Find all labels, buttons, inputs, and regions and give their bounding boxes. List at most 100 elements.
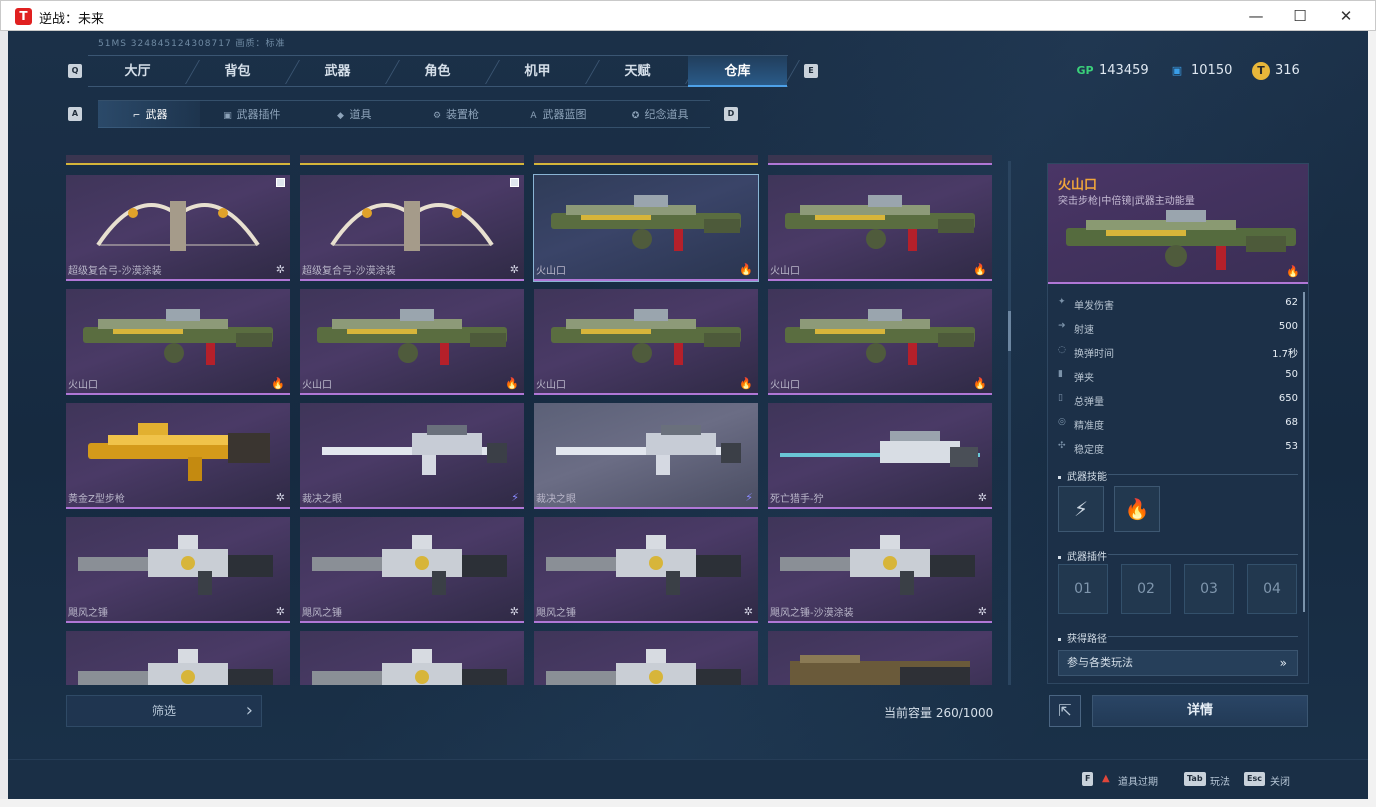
- stat-value: 650: [1278, 393, 1298, 404]
- weapon-card[interactable]: 飓风之锤 ✲: [534, 517, 758, 623]
- plugin-slot[interactable]: 03: [1184, 564, 1234, 614]
- weapon-card[interactable]: 裁决之眼 ⚡: [300, 403, 524, 509]
- key-hint-f: F: [1082, 772, 1094, 786]
- weapon-image: [322, 425, 507, 475]
- grid-scroll-thumb[interactable]: [1008, 311, 1011, 351]
- plugin-slot[interactable]: 01: [1058, 564, 1108, 614]
- stat-value: 50: [1285, 369, 1298, 380]
- accuracy-icon: ◎: [1058, 417, 1066, 427]
- weapon-card[interactable]: 火山口 🔥: [768, 289, 992, 395]
- weapon-image: [96, 201, 260, 251]
- tab-3[interactable]: 武器: [288, 56, 387, 87]
- weapon-image: [790, 655, 970, 685]
- currency-value: 143459: [1099, 63, 1149, 78]
- weapon-card[interactable]: 黄金Z型步枪 ✲: [66, 403, 290, 509]
- currency-value: 316: [1275, 63, 1300, 78]
- tab-1[interactable]: 大厅: [88, 56, 187, 87]
- weapon-name: 火山口: [770, 266, 800, 277]
- weapon-card[interactable]: [534, 631, 758, 685]
- weapon-card[interactable]: [768, 631, 992, 685]
- fire-badge-icon: 🔥: [739, 263, 753, 276]
- plugin-icon: ▣: [223, 111, 232, 121]
- stat-label: 精准度: [1074, 421, 1104, 432]
- share-icon[interactable]: ⇱: [1049, 695, 1081, 727]
- weapon-card[interactable]: 超级复合弓-沙漠涂装 ✲: [66, 175, 290, 281]
- filter-button[interactable]: 筛选 ›: [66, 695, 262, 727]
- weapon-image: [312, 535, 507, 595]
- card-checkbox[interactable]: [510, 178, 519, 187]
- tab-7[interactable]: 仓库: [688, 56, 787, 87]
- weapon-card[interactable]: 火山口 🔥: [533, 174, 759, 282]
- subtab-4[interactable]: ⚙ 装置枪: [404, 101, 506, 128]
- ticket-icon: ▣: [1171, 64, 1183, 77]
- rifle-icon: ⌐: [132, 111, 141, 121]
- weapon-card[interactable]: [66, 631, 290, 685]
- detail-scrollbar[interactable]: [1303, 292, 1305, 612]
- weapon-name: 死亡猎手-狞: [770, 494, 824, 505]
- weapon-card[interactable]: 裁决之眼 ⚡: [534, 403, 758, 509]
- stat-label: 单发伤害: [1074, 301, 1114, 312]
- footer-action-1[interactable]: 道具过期: [1118, 773, 1158, 788]
- weapon-card[interactable]: 火山口 🔥: [534, 289, 758, 395]
- weapon-card[interactable]: 超级复合弓-沙漠涂装 ✲: [300, 175, 524, 281]
- plugin-slot[interactable]: 02: [1121, 564, 1171, 614]
- source-title: 获得路径: [1058, 630, 1107, 645]
- stat-row: ▮ 弹夹 50: [1056, 366, 1298, 386]
- weapon-image: [83, 309, 273, 365]
- weapon-card[interactable]: 火山口 🔥: [768, 175, 992, 281]
- star-badge-icon: ✲: [275, 491, 285, 504]
- subtab-1[interactable]: ⌐ 武器: [98, 101, 200, 128]
- weapon-name: 飓风之锤: [68, 608, 108, 619]
- weapon-image: [780, 431, 980, 467]
- weapon-card[interactable]: [300, 631, 524, 685]
- tab-4[interactable]: 角色: [388, 56, 487, 87]
- footer-action-3[interactable]: 关闭: [1270, 773, 1290, 788]
- details-button[interactable]: 详情: [1092, 695, 1308, 727]
- card-checkbox[interactable]: [276, 178, 285, 187]
- star-badge-icon: ✲: [977, 491, 987, 504]
- title-bar: T 逆战：未来 — ☐ ✕: [0, 0, 1376, 31]
- maximize-button[interactable]: ☐: [1285, 6, 1315, 26]
- warning-icon: ▲: [1102, 773, 1110, 784]
- key-hint-q: Q: [68, 64, 82, 78]
- tab-5[interactable]: 机甲: [488, 56, 587, 87]
- currency-ticket: ▣ 10150: [1168, 62, 1233, 80]
- coin-icon: T: [1252, 62, 1270, 80]
- energy-skill-icon[interactable]: ⚡: [1058, 486, 1104, 532]
- subtab-2[interactable]: ▣ 武器插件: [200, 101, 302, 128]
- subtab-3[interactable]: ◆ 道具: [302, 101, 404, 128]
- stat-label: 稳定度: [1074, 445, 1104, 456]
- plugin-slot[interactable]: 04: [1247, 564, 1297, 614]
- weapon-card[interactable]: 飓风之锤 ✲: [300, 517, 524, 623]
- star-badge-icon: ✲: [509, 263, 519, 276]
- close-window-button[interactable]: ✕: [1331, 6, 1361, 26]
- fire-badge-icon: 🔥: [271, 377, 285, 390]
- minimize-button[interactable]: —: [1241, 6, 1271, 26]
- stat-value: 62: [1285, 297, 1298, 308]
- plugins-title: 武器插件: [1058, 548, 1107, 563]
- subtab-5[interactable]: A 武器蓝图: [506, 101, 608, 128]
- stat-label: 射速: [1074, 325, 1094, 336]
- footer-action-2[interactable]: 玩法: [1210, 773, 1230, 788]
- weapon-card[interactable]: 火山口 🔥: [300, 289, 524, 395]
- grid-scrollbar[interactable]: [1008, 161, 1011, 685]
- star-badge-icon: ✲: [275, 605, 285, 618]
- weapon-name: 裁决之眼: [302, 494, 342, 505]
- star-badge-icon: ✲: [977, 605, 987, 618]
- tab-6[interactable]: 天赋: [588, 56, 687, 87]
- server-info: 51MS 324845124308717 画质：标准: [98, 39, 286, 49]
- tab-2[interactable]: 背包: [188, 56, 287, 87]
- divider: [1108, 554, 1298, 555]
- fire-badge-icon: 🔥: [1286, 265, 1300, 278]
- weapon-card[interactable]: 火山口 🔥: [66, 289, 290, 395]
- divider: [1108, 474, 1298, 475]
- weapon-card[interactable]: 死亡猎手-狞 ✲: [768, 403, 992, 509]
- weapon-image: [546, 649, 741, 685]
- weapon-card[interactable]: 飓风之锤 ✲: [66, 517, 290, 623]
- detail-panel: 火山口 突击步枪|中倍镜|武器主动能量 🔥 ✦ 单发伤害 62 ➜ 射速 500 ◌ 换弹时间…: [1047, 163, 1309, 684]
- subtab-6[interactable]: ✪ 纪念道具: [608, 101, 710, 128]
- weapon-card[interactable]: 飓风之锤-沙漠涂装 ✲: [768, 517, 992, 623]
- lightning-badge-icon: ⚡: [511, 491, 519, 504]
- source-row[interactable]: 参与各类玩法 »: [1058, 650, 1298, 676]
- flame-skill-icon[interactable]: 🔥: [1114, 486, 1160, 532]
